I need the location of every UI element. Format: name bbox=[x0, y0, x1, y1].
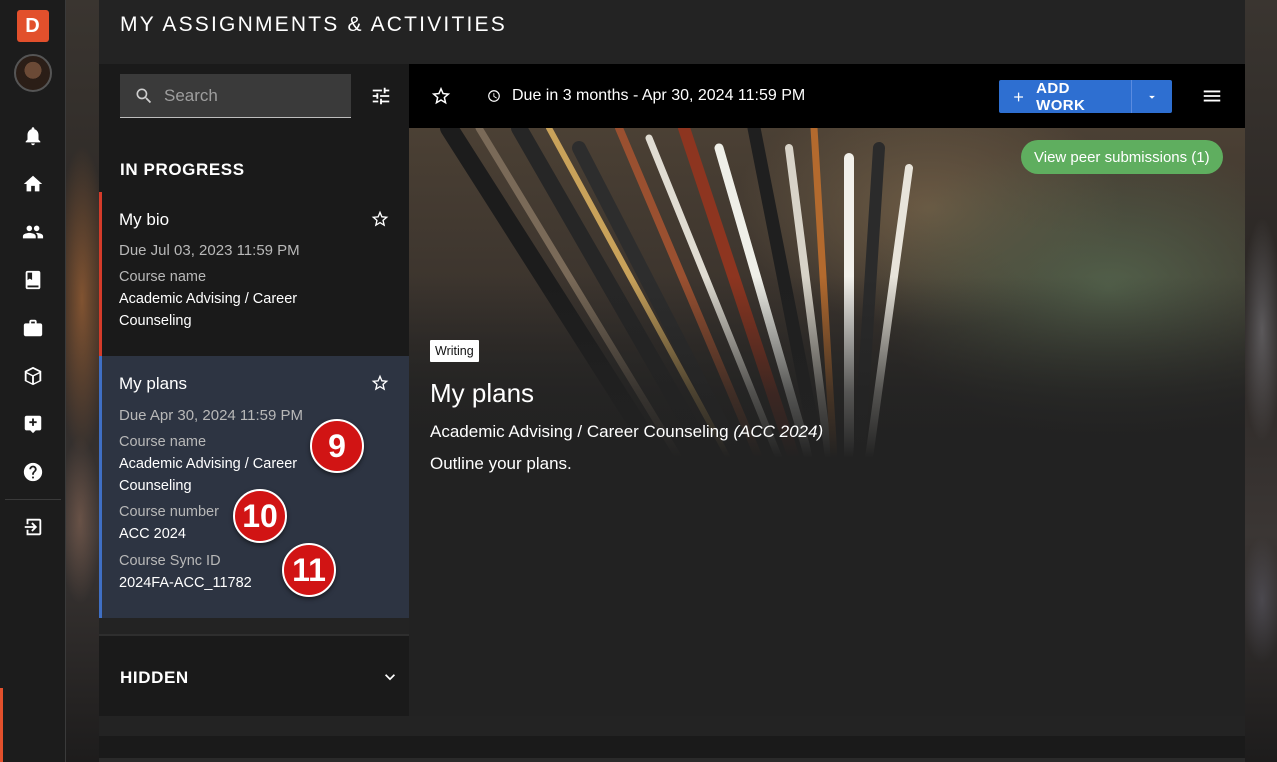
search-input[interactable] bbox=[164, 85, 334, 106]
briefcase-icon bbox=[23, 319, 42, 337]
course-name-label: Course name bbox=[119, 434, 207, 450]
plus-icon bbox=[1014, 92, 1024, 101]
assignment-due: Due Apr 30, 2024 11:59 PM bbox=[119, 407, 304, 424]
course-number-label: Course number bbox=[119, 504, 219, 520]
course-name-value: Academic Advising / Career Counseling bbox=[119, 456, 298, 494]
assignment-title: My bio bbox=[119, 210, 170, 229]
add-work-label: ADD WORK bbox=[1036, 79, 1086, 114]
assignment-card-my-plans[interactable]: My plans Due Apr 30, 2024 11:59 PM Cours… bbox=[99, 356, 409, 618]
portfolio-button[interactable] bbox=[9, 304, 57, 352]
assignment-list: IN PROGRESS My bio Due Jul 03, 2023 11:5… bbox=[99, 64, 409, 716]
callout-marker-11: 11 bbox=[282, 543, 336, 597]
star-outline-icon bbox=[431, 86, 451, 105]
menu-button[interactable] bbox=[1201, 85, 1223, 107]
assignment-due: Due Jul 03, 2023 11:59 PM bbox=[119, 242, 300, 259]
callout-marker-10: 10 bbox=[233, 489, 287, 543]
section-hidden: HIDDEN bbox=[120, 668, 189, 687]
cover-shade bbox=[409, 128, 1245, 458]
search-box[interactable] bbox=[120, 74, 351, 118]
nav-rail: D bbox=[0, 0, 66, 762]
tune-icon bbox=[372, 87, 390, 105]
caret-down-icon bbox=[1149, 95, 1155, 99]
due-text: Due in 3 months - Apr 30, 2024 11:59 PM bbox=[512, 87, 806, 104]
assignment-type-tag: Writing bbox=[430, 340, 479, 362]
hamburger-menu-icon bbox=[1203, 90, 1221, 102]
detail-description: Outline your plans. bbox=[430, 454, 572, 473]
assignment-title: My plans bbox=[119, 374, 188, 393]
add-work-dropdown[interactable] bbox=[1132, 80, 1172, 113]
book-icon bbox=[25, 270, 40, 290]
people-icon bbox=[22, 225, 43, 239]
course-name-value: Academic Advising / Career Counseling bbox=[119, 291, 298, 329]
rail-divider bbox=[4, 499, 61, 500]
section-in-progress: IN PROGRESS bbox=[120, 160, 245, 179]
detail-course: Academic Advising / Career Counseling (A… bbox=[430, 422, 823, 442]
home-button[interactable] bbox=[9, 160, 57, 208]
bottom-strip bbox=[99, 736, 1245, 762]
add-work-split-button: ADD WORK bbox=[999, 79, 1172, 114]
star-outline-icon bbox=[371, 374, 389, 391]
page-title: MY ASSIGNMENTS & ACTIVITIES bbox=[120, 13, 507, 36]
app-logo[interactable]: D bbox=[16, 10, 49, 42]
logout-button[interactable] bbox=[9, 503, 57, 551]
cube-icon bbox=[24, 366, 41, 386]
favorite-button[interactable] bbox=[370, 373, 392, 395]
sync-id-label: Course Sync ID bbox=[119, 553, 221, 569]
help-button[interactable] bbox=[9, 448, 57, 496]
view-peer-submissions-button[interactable]: View peer submissions (1) bbox=[1021, 140, 1223, 174]
detail-course-name: Academic Advising / Career Counseling bbox=[430, 422, 729, 441]
help-icon bbox=[23, 462, 42, 482]
detail-toolbar: Due in 3 months - Apr 30, 2024 11:59 PM … bbox=[409, 64, 1245, 128]
clock-icon bbox=[487, 89, 501, 103]
list-spacer bbox=[99, 618, 409, 634]
add-button[interactable] bbox=[9, 400, 57, 448]
rail-accent bbox=[0, 688, 3, 762]
search-icon bbox=[136, 88, 152, 103]
star-outline-icon bbox=[371, 210, 389, 227]
callout-marker-9: 9 bbox=[310, 419, 364, 473]
add-box-icon bbox=[24, 415, 41, 434]
assignment-detail: Due in 3 months - Apr 30, 2024 11:59 PM … bbox=[409, 64, 1245, 716]
notifications-button[interactable] bbox=[9, 112, 57, 160]
course-number-value: ACC 2024 bbox=[119, 526, 186, 542]
detail-title: My plans bbox=[430, 378, 535, 408]
course-name-label: Course name bbox=[119, 269, 207, 285]
assignment-card-my-bio[interactable]: My bio Due Jul 03, 2023 11:59 PM Course … bbox=[99, 192, 409, 356]
favorite-button[interactable] bbox=[370, 209, 392, 231]
main-panel: MY ASSIGNMENTS & ACTIVITIES IN PROGRESS … bbox=[99, 0, 1245, 736]
bell-icon bbox=[25, 127, 40, 146]
favorite-button[interactable] bbox=[430, 85, 452, 107]
hidden-section-toggle[interactable]: HIDDEN bbox=[99, 634, 409, 716]
expand-button[interactable] bbox=[380, 667, 400, 687]
filter-button[interactable] bbox=[369, 84, 393, 108]
add-work-button[interactable]: ADD WORK bbox=[999, 79, 1132, 114]
courses-button[interactable] bbox=[9, 256, 57, 304]
cover-image: View peer submissions (1) bbox=[409, 128, 1245, 458]
logout-icon bbox=[24, 518, 41, 536]
people-button[interactable] bbox=[9, 208, 57, 256]
detail-course-code: (ACC 2024) bbox=[733, 422, 824, 441]
chevron-down-icon bbox=[385, 674, 395, 681]
user-avatar[interactable] bbox=[13, 54, 52, 92]
resources-button[interactable] bbox=[9, 352, 57, 400]
home-icon bbox=[23, 175, 42, 192]
